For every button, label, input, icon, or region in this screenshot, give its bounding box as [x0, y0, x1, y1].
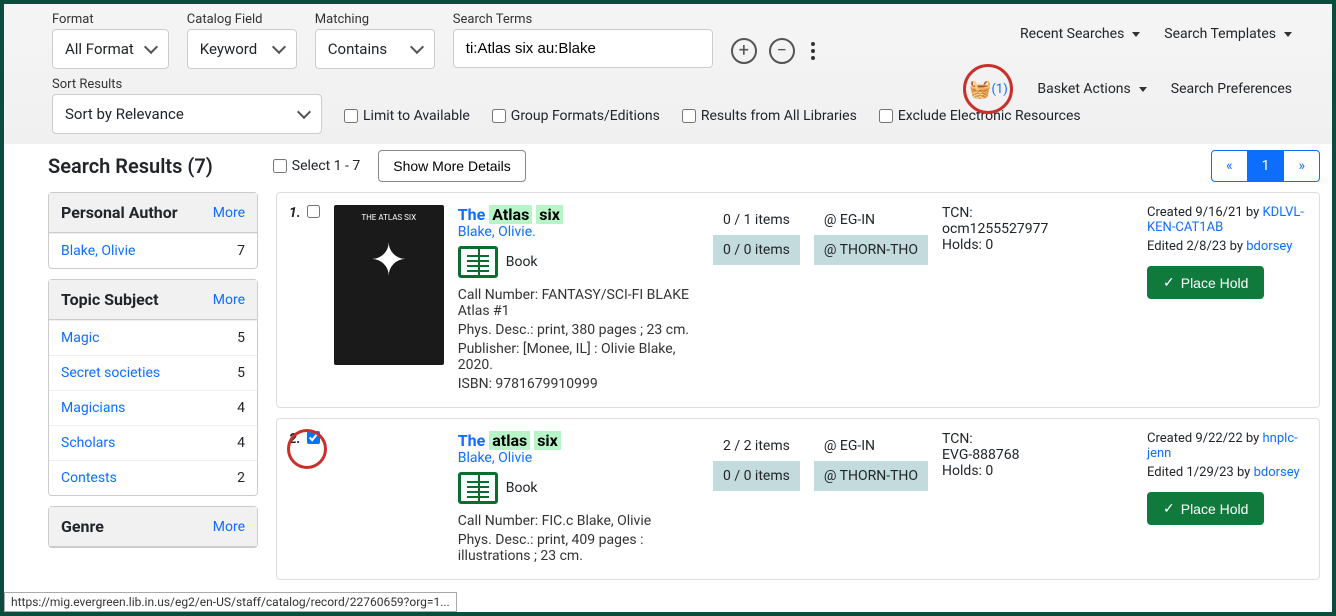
check-icon: ✓: [1163, 274, 1175, 291]
basket-icon: 🧺: [969, 79, 991, 100]
edited-by-link[interactable]: bdorsey: [1246, 239, 1292, 254]
catalog-field-select[interactable]: Keyword: [187, 29, 297, 69]
call-number: Call Number: FIC.c Blake, Olivie: [458, 513, 699, 529]
phys-desc: Phys. Desc.: print, 380 pages ; 23 cm.: [458, 322, 699, 338]
book-icon: [458, 246, 498, 278]
result-author[interactable]: Blake, Olivie: [458, 450, 532, 466]
pager: « 1 »: [1211, 150, 1320, 182]
result-checkbox[interactable]: [307, 205, 320, 218]
search-templates-menu[interactable]: Search Templates: [1164, 26, 1292, 42]
sort-select[interactable]: Sort by Relevance: [52, 94, 322, 134]
recent-searches-menu[interactable]: Recent Searches: [1020, 26, 1140, 42]
items-avail: 2 / 2 items: [713, 431, 800, 461]
result-card: 2. The atlas six Blake, Olivie Book Call…: [276, 418, 1320, 580]
catalog-field-label: Catalog Field: [187, 12, 297, 27]
format-label: Book: [506, 480, 538, 496]
isbn: ISBN: 9781679910999: [458, 376, 699, 392]
check-icon: ✓: [1163, 500, 1175, 517]
facet-row: Magicians4: [49, 390, 257, 425]
facet-row: Secret societies5: [49, 355, 257, 390]
edited-line: Edited 2/8/23 by bdorsey: [1147, 239, 1307, 254]
search-terms-label: Search Terms: [453, 12, 713, 27]
pager-prev[interactable]: «: [1212, 151, 1247, 181]
items-local: 0 / 0 items: [713, 461, 800, 491]
facet-author: Personal AuthorMore Blake, Olivie7: [48, 192, 258, 269]
holds-count: Holds: 0: [942, 237, 1123, 253]
limit-available-check[interactable]: Limit to Available: [344, 108, 470, 124]
location-1: @ EG-IN: [814, 431, 928, 461]
facet-topic-more[interactable]: More: [213, 292, 245, 308]
search-terms-input[interactable]: [453, 29, 713, 68]
group-formats-check[interactable]: Group Formats/Editions: [492, 108, 660, 124]
holds-count: Holds: 0: [942, 463, 1123, 479]
result-card: 1. THE ATLAS SIX✦ The Atlas six Blake, O…: [276, 192, 1320, 408]
phys-desc: Phys. Desc.: print, 409 pages : illustra…: [458, 532, 699, 564]
result-author[interactable]: Blake, Olivie.: [458, 224, 536, 240]
basket-indicator[interactable]: 🧺 (1): [963, 64, 1013, 114]
edited-by-link[interactable]: bdorsey: [1254, 465, 1300, 480]
matching-select[interactable]: Contains: [315, 29, 435, 69]
location-2: @ THORN-THO: [814, 461, 928, 491]
format-select[interactable]: All Format: [52, 29, 169, 69]
facet-row: Magic5: [49, 320, 257, 355]
facet-row: Contests2: [49, 460, 257, 495]
all-libraries-check[interactable]: Results from All Libraries: [682, 108, 857, 124]
facet-genre: GenreMore: [48, 506, 258, 548]
pager-next[interactable]: »: [1283, 151, 1319, 181]
remove-row-icon[interactable]: −: [769, 38, 795, 64]
book-icon: [458, 472, 498, 504]
created-by-link[interactable]: hnplc-jenn: [1147, 431, 1298, 461]
result-number: 1.: [289, 205, 301, 221]
result-title[interactable]: The Atlas six: [458, 205, 699, 224]
created-line: Created 9/16/21 by KDLVL-KEN-CAT1AB: [1147, 205, 1307, 235]
cover-image: THE ATLAS SIX✦: [334, 205, 444, 365]
basket-count: (1): [991, 82, 1007, 97]
items-local: 0 / 0 items: [713, 235, 800, 265]
facet-genre-more[interactable]: More: [213, 519, 245, 535]
kebab-icon[interactable]: [807, 38, 819, 64]
results-count-heading: Search Results (7): [48, 154, 213, 178]
created-line: Created 9/22/22 by hnplc-jenn: [1147, 431, 1307, 461]
show-more-details-button[interactable]: Show More Details: [378, 150, 526, 182]
call-number: Call Number: FANTASY/SCI-FI BLAKE Atlas …: [458, 287, 699, 319]
sort-label: Sort Results: [52, 77, 322, 92]
edited-line: Edited 1/29/23 by bdorsey: [1147, 465, 1307, 480]
place-hold-button[interactable]: ✓Place Hold: [1147, 266, 1264, 299]
tcn-value: ocm1255527977: [942, 221, 1123, 237]
format-label: Book: [506, 254, 538, 270]
search-preferences-link[interactable]: Search Preferences: [1171, 81, 1292, 97]
location-2: @ THORN-THO: [814, 235, 928, 265]
matching-label: Matching: [315, 12, 435, 27]
facet-author-more[interactable]: More: [213, 205, 245, 221]
format-label: Format: [52, 12, 169, 27]
created-by-link[interactable]: KDLVL-KEN-CAT1AB: [1147, 205, 1304, 235]
place-hold-button[interactable]: ✓Place Hold: [1147, 492, 1264, 525]
tcn-value: EVG-888768: [942, 447, 1123, 463]
facet-row: Scholars4: [49, 425, 257, 460]
add-row-icon[interactable]: +: [731, 38, 757, 64]
publisher: Publisher: [Monee, IL] : Olivie Blake, 2…: [458, 341, 699, 373]
tcn-label: TCN:: [942, 205, 1123, 221]
select-all-check[interactable]: Select 1 - 7: [273, 158, 361, 174]
facet-topic: Topic SubjectMore Magic5 Secret societie…: [48, 279, 258, 496]
tcn-label: TCN:: [942, 431, 1123, 447]
facet-row: Blake, Olivie7: [49, 233, 257, 268]
location-1: @ EG-IN: [814, 205, 928, 235]
items-avail: 0 / 1 items: [713, 205, 800, 235]
result-title[interactable]: The atlas six: [458, 431, 699, 450]
basket-actions-menu[interactable]: Basket Actions: [1037, 81, 1146, 97]
status-bar-url: https://mig.evergreen.lib.in.us/eg2/en-U…: [4, 592, 457, 612]
pager-page-1[interactable]: 1: [1247, 151, 1284, 181]
